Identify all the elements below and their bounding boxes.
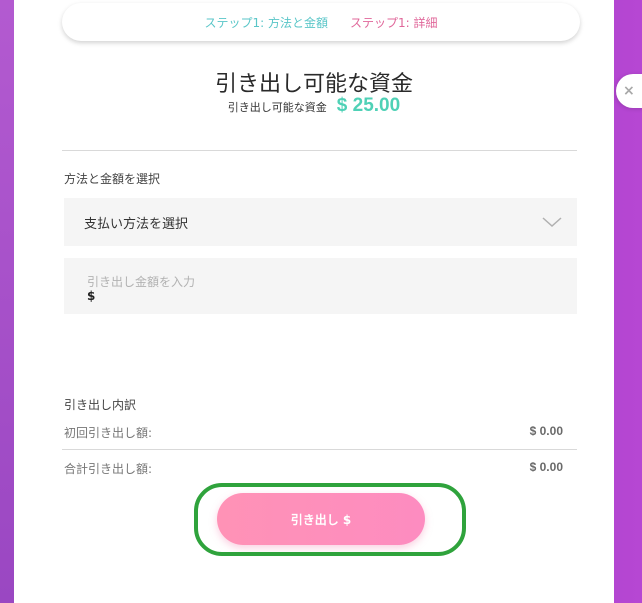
amount-placeholder: 引き出し金額を入力 xyxy=(87,275,196,289)
chevron-down-icon xyxy=(541,215,563,229)
breakdown-title: 引き出し内訳 xyxy=(64,398,137,412)
balance-label: 引き出し可能な資金 xyxy=(227,101,327,114)
available-balance: 引き出し可能な資金 $ 25.00 xyxy=(14,95,614,117)
withdrawal-modal: ステップ1: 方法と金額 ステップ1: 詳細 引き出し可能な資金 引き出し可能な… xyxy=(14,0,614,603)
divider xyxy=(62,150,577,151)
withdraw-button[interactable]: 引き出し $ xyxy=(217,493,425,545)
page-title: 引き出し可能な資金 xyxy=(214,72,413,97)
method-amount-section-label: 方法と金額を選択 xyxy=(64,172,161,186)
total-withdrawal-label: 合計引き出し額: xyxy=(64,462,153,476)
initial-withdrawal-value: $ 0.00 xyxy=(529,424,563,438)
initial-withdrawal-label: 初回引き出し額: xyxy=(64,426,153,440)
withdrawal-amount-input[interactable]: 引き出し金額を入力 $ xyxy=(64,258,577,314)
steps-indicator: ステップ1: 方法と金額 ステップ1: 詳細 xyxy=(62,3,580,41)
balance-amount: $ 25.00 xyxy=(336,95,401,116)
step-method-amount[interactable]: ステップ1: 方法と金額 xyxy=(205,14,329,31)
step-details[interactable]: ステップ1: 詳細 xyxy=(350,14,438,31)
payment-method-select-value: 支払い方法を選択 xyxy=(84,216,189,232)
page-backdrop xyxy=(0,0,14,603)
currency-symbol: $ xyxy=(87,289,96,303)
payment-method-select[interactable]: 支払い方法を選択 xyxy=(64,198,577,246)
divider xyxy=(62,449,577,450)
total-withdrawal-value: $ 0.00 xyxy=(529,460,563,474)
close-icon[interactable]: × xyxy=(616,74,642,108)
